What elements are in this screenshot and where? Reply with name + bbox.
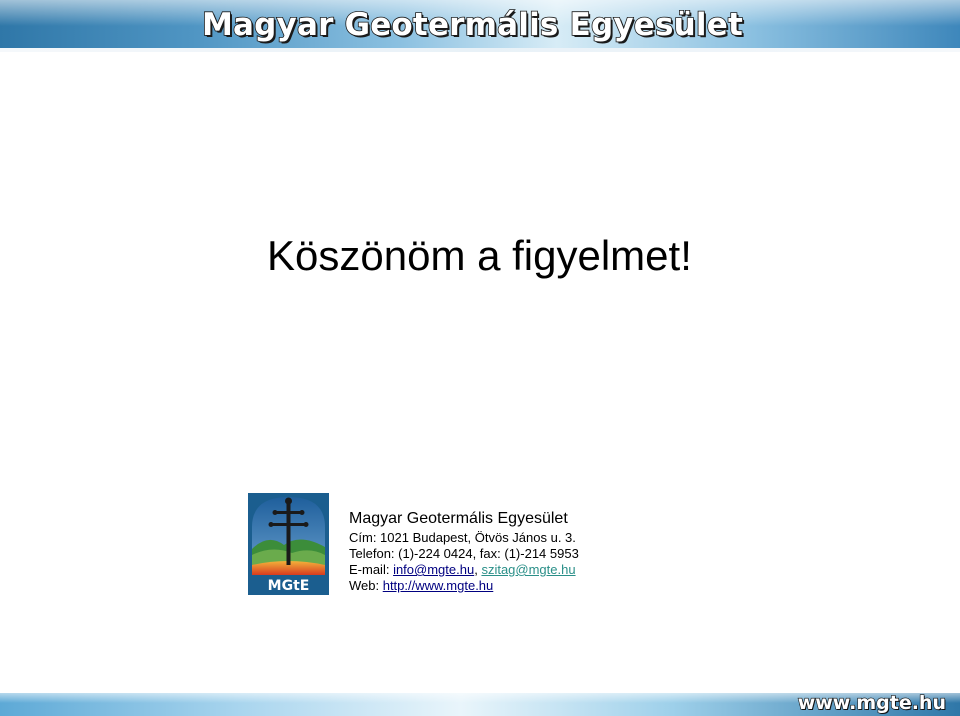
mgte-logo: MGtE xyxy=(248,493,329,595)
banner-title: Magyar Geotermális Egyesület xyxy=(201,6,743,44)
contact-org-name: Magyar Geotermális Egyesület xyxy=(349,510,568,527)
contact-phone: Telefon: (1)-224 0424, fax: (1)-214 5953 xyxy=(349,546,579,561)
contact-address: Cím: 1021 Budapest, Ötvös János u. 3. xyxy=(349,530,576,545)
footer-site-label: www.mgte.hu xyxy=(797,693,947,715)
header-banner: Magyar Geotermális Egyesület xyxy=(0,0,960,52)
contact-email-row: E-mail: info@mgte.hu, szitag@mgte.hu xyxy=(349,562,579,578)
logo-text: MGtE xyxy=(268,578,310,594)
email-link-szitag[interactable]: szitag@mgte.hu xyxy=(481,562,575,577)
footer-banner: www.mgte.hu xyxy=(0,693,960,716)
contact-block: Magyar Geotermális Egyesület Cím: 1021 B… xyxy=(349,508,579,594)
email-label: E-mail: xyxy=(349,562,394,577)
website-link[interactable]: http://www.mgte.hu xyxy=(383,578,494,593)
email-link-info[interactable]: info@mgte.hu xyxy=(393,562,474,577)
contact-web-row: Web: http://www.mgte.hu xyxy=(349,578,579,594)
thank-you-heading: Köszönöm a figyelmet! xyxy=(267,232,692,279)
web-label: Web: xyxy=(349,578,383,593)
